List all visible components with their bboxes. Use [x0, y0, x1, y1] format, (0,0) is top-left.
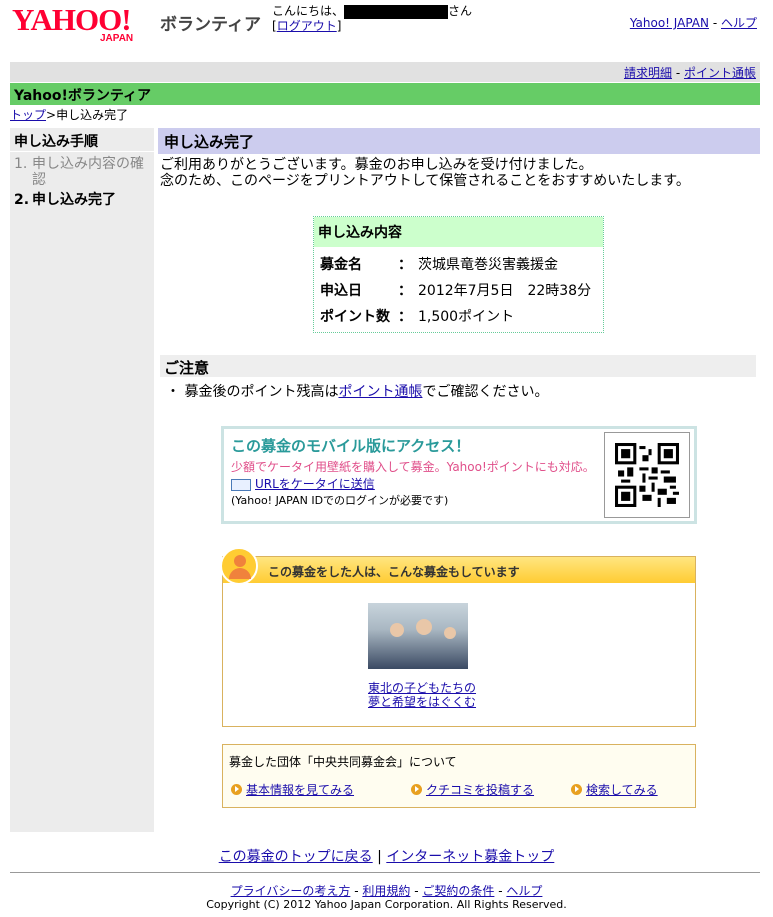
detail-value: 1,500ポイント [418, 309, 515, 325]
logout-bracket-close: ] [336, 19, 342, 33]
detail-row-date: 申込日 ： 2012年7月5日 22時38分 [320, 277, 591, 303]
related-donation-caption[interactable]: 東北の子どもたちの 夢と希望をはぐくむ [368, 681, 476, 709]
points-passbook-link[interactable]: ポイント通帳 [684, 66, 756, 80]
detail-row-fund-name: 募金名 ： 茨城県竜巻災害義援金 [320, 251, 591, 277]
basic-info-label: 基本情報を見てみる [246, 783, 355, 797]
related-heading: この募金をした人は、こんな募金もしています [223, 557, 695, 583]
footer-divider [10, 872, 760, 873]
post-review-label: クチコミを投稿する [426, 783, 535, 797]
yahoo-japan-logo[interactable]: YAHOO! JAPAN [12, 4, 152, 46]
notice-bullet: ・ [166, 384, 180, 400]
notice-item: ・ 募金後のポイント残高はポイント通帳でご確認ください。 [166, 381, 548, 401]
logo-subtext: JAPAN [100, 33, 134, 44]
step-item-complete: 2. 申し込み完了 [14, 192, 150, 208]
detail-colon: ： [398, 283, 412, 299]
greeting-suffix: さん [448, 4, 473, 18]
thanks-message: ご利用ありがとうございます。募金のお申し込みを受け付けました。 念のため、このペ… [160, 157, 760, 189]
link-separator: - [712, 16, 718, 30]
thanks-line-1: ご利用ありがとうございます。募金のお申し込みを受け付けました。 [160, 157, 593, 173]
footer-help-link[interactable]: ヘルプ [506, 884, 542, 898]
application-details-box: 申し込み内容 募金名 ： 茨城県竜巻災害義援金 申込日 ： 2012年7月5日 … [313, 216, 604, 333]
internet-donation-top-link[interactable]: インターネット募金トップ [386, 849, 554, 865]
detail-row-points: ポイント数 ： 1,500ポイント [320, 303, 591, 329]
notice-heading: ご注意 [160, 355, 756, 377]
detail-value: 2012年7月5日 22時38分 [418, 283, 592, 299]
detail-key: 募金名 [320, 257, 362, 273]
subnav-separator: - [675, 66, 681, 80]
footer-links: プライバシーの考え方 - 利用規約 - ご契約の条件 - ヘルプ [0, 882, 773, 899]
detail-key: ポイント数 [320, 309, 390, 325]
mobile-box-description: 少額でケータイ用壁紙を購入して募金。Yahoo!ポイントにも対応。 [231, 460, 595, 474]
arrow-circle-icon [571, 784, 582, 795]
detail-colon: ： [398, 309, 412, 325]
greeting-prefix: こんにちは、 [272, 4, 345, 18]
terms-link[interactable]: 利用規約 [362, 884, 410, 898]
post-review-link[interactable]: クチコミを投稿する [411, 781, 534, 798]
step-number: 2. [14, 192, 30, 208]
footer-separator: - [354, 884, 359, 898]
related-donation-link-line-2[interactable]: 夢と希望をはぐくむ [368, 695, 476, 709]
qr-code-icon [604, 432, 690, 518]
send-url-to-mobile-link[interactable]: URLをケータイに送信 [255, 477, 375, 491]
steps-sidebar: 申し込み手順 1. 申し込み内容の確認 2. 申し込み完了 [10, 128, 154, 832]
related-donation-link-line-1[interactable]: 東北の子どもたちの [368, 681, 476, 695]
detail-colon: ： [398, 257, 412, 273]
mail-icon [231, 478, 251, 491]
arrow-circle-icon [231, 784, 242, 795]
contract-terms-link[interactable]: ご契約の条件 [422, 884, 494, 898]
logout-link[interactable]: ログアウト [277, 19, 337, 33]
page-title: 申し込み完了 [158, 128, 760, 154]
organization-box: 募金した団体「中央共同募金会」について 基本情報を見てみる クチコミを投稿する … [222, 744, 696, 808]
thanks-line-2: 念のため、このページをプリントアウトして保管されることをおすすめいたします。 [160, 173, 690, 189]
login-required-note: (Yahoo! JAPAN IDでのログインが必要です) [231, 494, 449, 507]
breadcrumb-separator: > [46, 108, 57, 122]
person-icon [220, 547, 258, 585]
detail-value: 茨城県竜巻災害義援金 [418, 257, 558, 273]
notice-text-after: でご確認ください。 [422, 384, 549, 400]
search-label: 検索してみる [586, 783, 658, 797]
step-number: 1. [14, 156, 28, 172]
fund-top-link[interactable]: この募金のトップに戻る [219, 849, 373, 865]
related-donations-box: この募金をした人は、こんな募金もしています 東北の子どもたちの 夢と希望をはぐく… [220, 547, 696, 727]
details-table: 募金名 ： 茨城県竜巻災害義援金 申込日 ： 2012年7月5日 22時38分 … [320, 251, 591, 329]
notice-text-before: 募金後のポイント残高は [184, 384, 339, 400]
footer-separator: - [498, 884, 503, 898]
copyright: Copyright (C) 2012 Yahoo Japan Corporati… [206, 898, 567, 911]
organization-line: 募金した団体「中央共同募金会」について [229, 755, 457, 769]
section-bar: Yahoo!ボランティア [10, 83, 760, 105]
basic-info-link[interactable]: 基本情報を見てみる [231, 781, 354, 798]
top-right-links: Yahoo! JAPAN - ヘルプ [630, 14, 757, 31]
user-greeting: こんにちは、 さん [ログアウト] [272, 4, 472, 34]
logo-text: YAHOO! [12, 2, 132, 37]
detail-key: 申込日 [320, 283, 362, 299]
step-item-confirm: 1. 申し込み内容の確認 [14, 156, 150, 188]
account-subnav: 請求明細 - ポイント通帳 [10, 62, 760, 82]
points-passbook-notice-link[interactable]: ポイント通帳 [338, 384, 422, 400]
search-link[interactable]: 検索してみる [571, 781, 658, 798]
related-donation-photo[interactable] [368, 603, 468, 669]
footer-separator: - [414, 884, 419, 898]
bottom-navigation: この募金のトップに戻る | インターネット募金トップ [0, 846, 773, 866]
breadcrumb-top-link[interactable]: トップ [10, 108, 46, 122]
breadcrumb: トップ>申し込み完了 [10, 106, 128, 123]
send-url-row: URLをケータイに送信 [231, 475, 375, 492]
help-link[interactable]: ヘルプ [721, 16, 757, 30]
arrow-circle-icon [411, 784, 422, 795]
details-heading: 申し込み内容 [314, 217, 603, 247]
yahoo-japan-link[interactable]: Yahoo! JAPAN [630, 16, 709, 30]
redacted-username [344, 4, 449, 19]
bottom-separator: | [377, 849, 382, 865]
step-label: 申し込み内容の確認 [32, 156, 144, 188]
qr-code-graphic [615, 443, 679, 507]
step-label: 申し込み完了 [32, 192, 116, 208]
steps-list: 1. 申し込み内容の確認 2. 申し込み完了 [10, 152, 154, 216]
mobile-version-box: この募金のモバイル版にアクセス！ 少額でケータイ用壁紙を購入して募金。Yahoo… [221, 426, 697, 524]
breadcrumb-current: 申し込み完了 [56, 108, 129, 122]
mobile-box-title: この募金のモバイル版にアクセス！ [231, 437, 471, 455]
service-name: ボランティア [160, 15, 261, 35]
billing-link[interactable]: 請求明細 [624, 66, 672, 80]
privacy-link[interactable]: プライバシーの考え方 [231, 884, 351, 898]
sidebar-title: 申し込み手順 [10, 128, 154, 152]
